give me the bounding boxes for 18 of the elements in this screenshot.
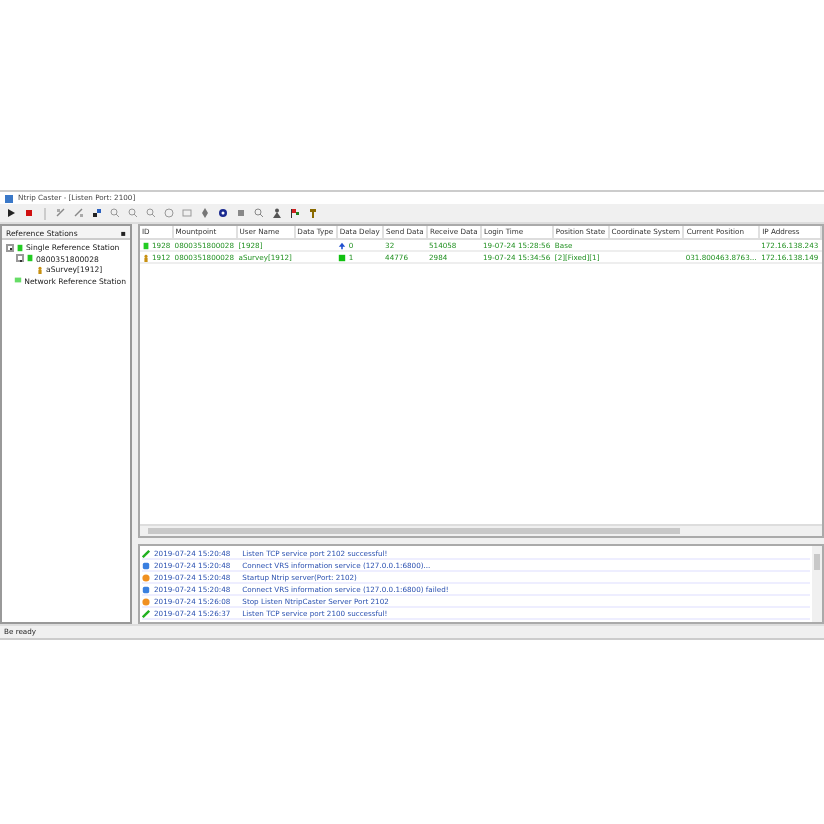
station-icon: [14, 276, 23, 284]
toolbar-button[interactable]: [90, 206, 104, 220]
warning-icon: [142, 597, 150, 605]
toolbar-button[interactable]: [270, 206, 284, 220]
station-icon: [142, 241, 150, 250]
info-icon: [142, 585, 150, 593]
horizontal-scrollbar[interactable]: [140, 524, 822, 536]
app-icon: [4, 193, 14, 203]
square-icon: [338, 253, 347, 262]
person-icon: [142, 253, 150, 262]
expand-toggle[interactable]: [16, 254, 24, 262]
toolbar-button[interactable]: [288, 206, 302, 220]
warning-icon: [142, 573, 150, 581]
expand-toggle[interactable]: [6, 243, 14, 251]
info-icon: [142, 561, 150, 569]
vertical-scrollbar[interactable]: [812, 546, 822, 622]
arrow-icon: [338, 241, 347, 250]
person-icon: [36, 265, 44, 273]
